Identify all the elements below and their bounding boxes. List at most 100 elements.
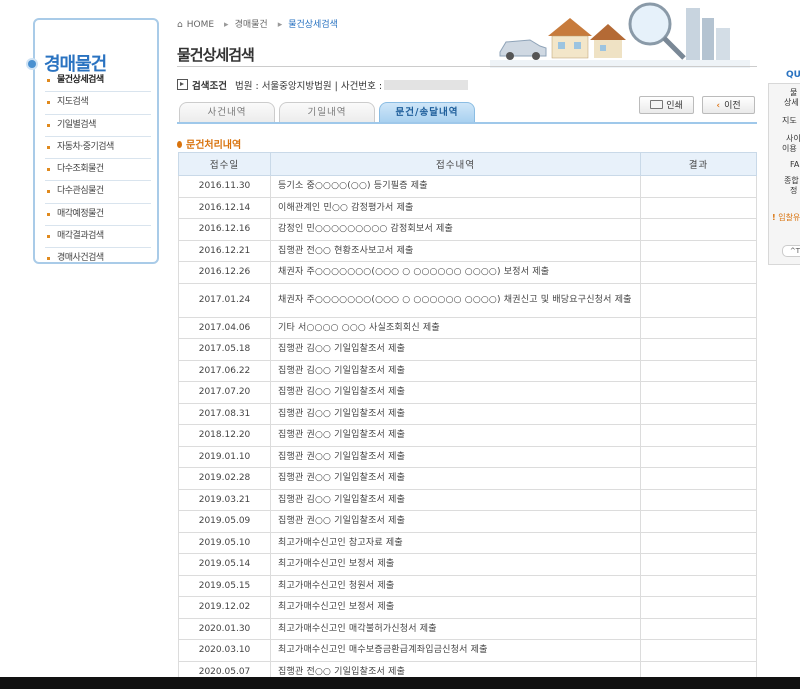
cell-date: 2020.03.10 bbox=[178, 639, 271, 662]
court-text: 법원 : 서울중앙지방법원 bbox=[234, 81, 332, 92]
sidebar-item[interactable]: 물건상세검색 bbox=[45, 70, 151, 93]
quick-item[interactable]: 지도 bbox=[782, 116, 797, 126]
cell-date: 2018.12.20 bbox=[178, 424, 271, 447]
table-row: 2019.05.14 최고가매수신고인 보정서 제출 bbox=[178, 553, 757, 576]
sidebar-item[interactable]: 기일별검색 bbox=[45, 115, 151, 137]
cell-date: 2017.05.18 bbox=[178, 338, 271, 361]
table-row: 2020.03.10 최고가매수신고인 매수보증금환급계좌입금신청서 제출 bbox=[178, 639, 757, 662]
home-icon[interactable]: ⌂ bbox=[177, 20, 183, 30]
quick-item[interactable]: 사이 bbox=[786, 134, 800, 144]
sidebar-item[interactable]: 매각결과검색 bbox=[45, 226, 151, 249]
table-row: 2017.01.24 채권자 주○○○○○○○(○○○ ○ ○○○○○○ ○○○○… bbox=[178, 282, 757, 318]
bullet-icon bbox=[47, 190, 50, 194]
breadcrumb-separator-icon: ▸ bbox=[277, 20, 283, 30]
tab-0[interactable]: 사건내역 bbox=[179, 102, 275, 122]
cell-result bbox=[640, 338, 757, 361]
breadcrumb-current: 물건상세검색 bbox=[288, 20, 338, 30]
sidebar-item-label: 물건상세검색 bbox=[57, 75, 104, 85]
magnifier-icon bbox=[628, 2, 686, 60]
title-divider bbox=[177, 66, 757, 67]
sidebar-item[interactable]: 자동차·중기검색 bbox=[45, 137, 151, 160]
cell-content: 최고가매수신고인 매각불허가신청서 제출 bbox=[270, 617, 641, 640]
sidebar-item-label: 지도검색 bbox=[57, 97, 89, 108]
cell-date: 2017.06.22 bbox=[178, 359, 271, 382]
bullet-icon bbox=[47, 257, 50, 261]
quick-item[interactable]: 물 bbox=[790, 88, 797, 98]
cell-content: 최고가매수신고인 매수보증금환급계좌입금신청서 제출 bbox=[270, 639, 641, 662]
print-button[interactable]: 인쇄 bbox=[639, 96, 694, 114]
cell-date: 2019.01.10 bbox=[178, 445, 271, 468]
bullet-icon bbox=[47, 212, 50, 216]
printer-icon bbox=[650, 100, 664, 109]
quick-item[interactable]: 종합 bbox=[784, 176, 799, 186]
cell-content: 집행관 김○○ 기일입찰조서 제출 bbox=[270, 381, 641, 404]
search-condition-label: 검색조건 bbox=[192, 81, 227, 92]
building-icon bbox=[686, 8, 730, 60]
bid-warning-link[interactable]: ! 입찰유의 bbox=[772, 213, 800, 223]
sidebar: 경매물건 물건상세검색 지도검색 기일별검색 자동차·중기검색 다수조회물건 다수관심물건… bbox=[28, 18, 159, 264]
sidebar-item[interactable]: 지도검색 bbox=[45, 92, 151, 115]
chevron-left-icon: ‹ bbox=[716, 101, 721, 111]
table-row: 2019.01.10 집행관 권○○ 기일입찰조서 제출 bbox=[178, 445, 757, 468]
arrow-box-icon bbox=[177, 79, 188, 90]
table-row: 2017.05.18 집행관 김○○ 기일입찰조서 제출 bbox=[178, 338, 757, 361]
document-table: 접수일 접수내역 결과 2016.11.30 등기소 중○○○○(○○) 등기필증… bbox=[178, 152, 757, 683]
cell-content: 기타 서○○○○ ○○○ 사실조회회신 제출 bbox=[270, 316, 641, 339]
cell-content: 집행관 권○○ 기일입찰조서 제출 bbox=[270, 467, 641, 490]
tab-1[interactable]: 기일내역 bbox=[279, 102, 375, 122]
page-title: 물건상세검색 bbox=[177, 46, 255, 64]
quick-item[interactable]: 상세 bbox=[784, 98, 799, 108]
cell-content: 집행관 권○○ 기일입찰조서 제출 bbox=[270, 424, 641, 447]
sidebar-item-label: 다수관심물건 bbox=[57, 186, 104, 197]
section-title-text: 문건처리내역 bbox=[186, 140, 242, 151]
quick-menu-head: QUI bbox=[786, 70, 800, 80]
cell-result bbox=[640, 381, 757, 404]
sidebar-menu: 물건상세검색지도검색기일별검색자동차·중기검색다수조회물건다수관심물건매각예정물… bbox=[45, 70, 151, 270]
cell-result bbox=[640, 239, 757, 262]
back-label: 이전 bbox=[724, 101, 741, 111]
title-bullet-icon bbox=[28, 60, 36, 68]
cell-content: 집행관 김○○ 기일입찰조서 제출 bbox=[270, 488, 641, 511]
sidebar-item-label: 자동차·중기검색 bbox=[57, 141, 114, 152]
cell-date: 2019.05.09 bbox=[178, 510, 271, 533]
breadcrumb-level1[interactable]: 경매물건 bbox=[235, 20, 268, 30]
cell-content: 집행관 김○○ 기일입찰조서 제출 bbox=[270, 359, 641, 382]
scroll-top-button[interactable]: ^T bbox=[782, 245, 800, 257]
cell-date: 2019.12.02 bbox=[178, 596, 271, 619]
print-label: 인쇄 bbox=[666, 101, 683, 111]
quick-item[interactable]: 이용 bbox=[782, 144, 797, 154]
case-number-redacted bbox=[384, 80, 469, 90]
cell-result bbox=[640, 359, 757, 382]
sidebar-item[interactable]: 경매사건검색 bbox=[45, 248, 151, 269]
sidebar-item-label: 기일별검색 bbox=[57, 119, 96, 130]
bullet-icon bbox=[47, 168, 50, 172]
table-row: 2017.06.22 집행관 김○○ 기일입찰조서 제출 bbox=[178, 359, 757, 382]
table-row: 2016.12.16 감정인 민○○○○○○○○○ 감정회보서 제출 bbox=[178, 218, 757, 241]
cell-date: 2016.12.14 bbox=[178, 196, 271, 219]
tab-2[interactable]: 문건/송달내역 bbox=[379, 102, 475, 122]
cell-content: 집행관 권○○ 기일입찰조서 제출 bbox=[270, 445, 641, 468]
bullet-icon bbox=[47, 235, 50, 239]
sidebar-item[interactable]: 매각예정물건 bbox=[45, 204, 151, 227]
table-row: 2019.12.02 최고가매수신고인 보정서 제출 bbox=[178, 596, 757, 619]
sidebar-item[interactable]: 다수관심물건 bbox=[45, 181, 151, 204]
bullet-icon bbox=[47, 101, 50, 105]
back-button[interactable]: ‹ 이전 bbox=[702, 96, 755, 114]
header-illustration bbox=[490, 2, 750, 68]
sidebar-item-label: 매각예정물건 bbox=[57, 208, 104, 219]
table-row: 2019.03.21 집행관 김○○ 기일입찰조서 제출 bbox=[178, 488, 757, 511]
cell-result bbox=[640, 596, 757, 619]
cell-result bbox=[640, 553, 757, 576]
table-row: 2016.12.14 이해관계인 민○○ 감정평가서 제출 bbox=[178, 196, 757, 219]
cell-date: 2020.01.30 bbox=[178, 617, 271, 640]
cell-content: 등기소 중○○○○(○○) 등기필증 제출 bbox=[270, 175, 641, 198]
quick-item[interactable]: FA bbox=[790, 160, 799, 170]
col-header-result: 결과 bbox=[640, 152, 757, 176]
cell-content: 최고가매수신고인 보정서 제출 bbox=[270, 553, 641, 576]
quick-item[interactable]: 정 bbox=[790, 186, 797, 196]
breadcrumb-home[interactable]: HOME bbox=[187, 20, 214, 30]
cell-result bbox=[640, 282, 757, 318]
sidebar-item-label: 경매사건검색 bbox=[57, 253, 104, 264]
sidebar-item[interactable]: 다수조회물건 bbox=[45, 159, 151, 182]
cell-result bbox=[640, 218, 757, 241]
